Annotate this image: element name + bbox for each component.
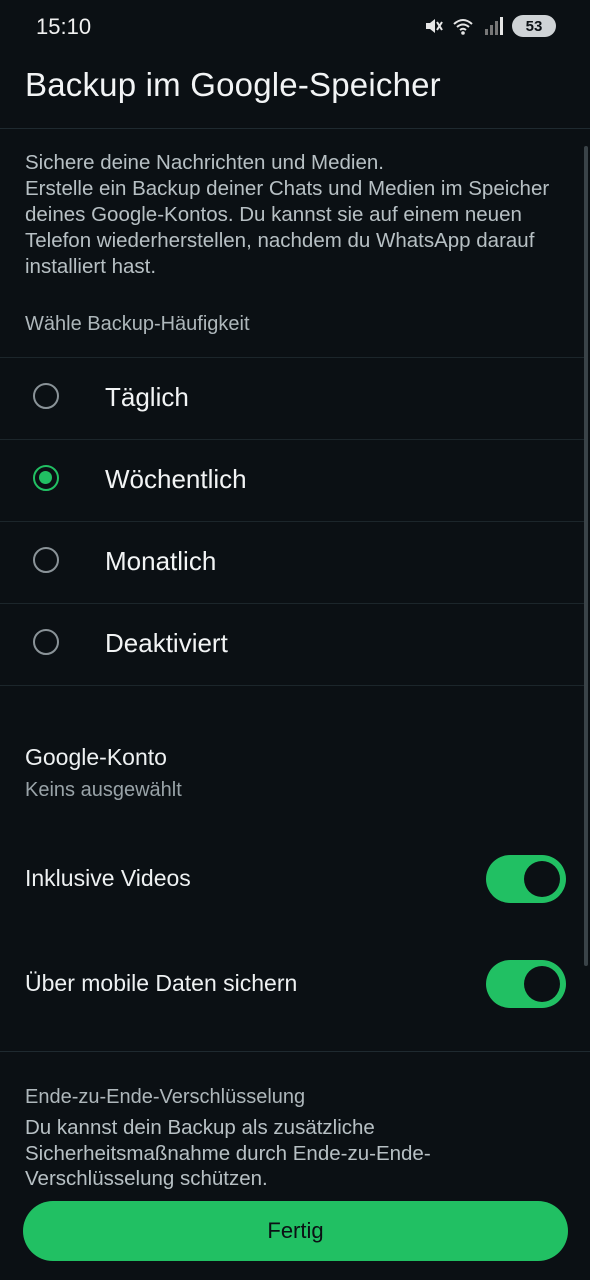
frequency-options: Täglich Wöchentlich Monatlich Deaktivier… [0, 357, 584, 686]
option-daily[interactable]: Täglich [0, 357, 584, 439]
status-bar: 15:10 53 [0, 0, 590, 56]
frequency-label: Wähle Backup-Häufigkeit [25, 313, 250, 335]
encryption-title[interactable]: Ende-zu-Ende-Verschlüsselung [25, 1086, 305, 1109]
include-videos-switch[interactable] [486, 855, 566, 903]
include-videos-label: Inklusive Videos [25, 865, 191, 891]
backup-description: Sichere deine Nachrichten und Medien. Er… [25, 150, 565, 280]
header-divider [0, 128, 590, 129]
mobile-data-switch[interactable] [486, 960, 566, 1008]
option-label: Deaktiviert [105, 628, 228, 658]
include-videos-row[interactable]: Inklusive Videos [0, 851, 590, 911]
radio-button[interactable] [33, 547, 59, 573]
option-label: Monatlich [105, 546, 217, 576]
backup-screen: 15:10 53 Backup im Google-Speicher Siche… [0, 0, 590, 1280]
radio-button-selected[interactable] [33, 465, 59, 491]
battery-indicator: 53 [512, 15, 556, 37]
scrollbar[interactable] [584, 146, 588, 966]
mobile-data-label: Über mobile Daten sichern [25, 970, 298, 996]
option-label: Wöchentlich [105, 464, 247, 494]
radio-button[interactable] [33, 383, 59, 409]
option-label: Täglich [105, 382, 189, 412]
description-line-2: Erstelle ein Backup deiner Chats und Med… [25, 177, 550, 278]
option-disabled[interactable]: Deaktiviert [0, 603, 584, 686]
section-divider [0, 1051, 590, 1052]
status-time: 15:10 [36, 14, 92, 39]
wifi-icon [452, 15, 474, 37]
mobile-data-row[interactable]: Über mobile Daten sichern [0, 956, 590, 1016]
option-weekly[interactable]: Wöchentlich [0, 439, 584, 521]
status-icons: 53 [422, 15, 556, 37]
signal-icon [482, 15, 504, 37]
page-title: Backup im Google-Speicher [25, 66, 441, 103]
switch-knob [524, 861, 560, 897]
done-button[interactable]: Fertig [23, 1201, 568, 1261]
mute-icon [422, 15, 444, 37]
option-monthly[interactable]: Monatlich [0, 521, 584, 603]
description-line-1: Sichere deine Nachrichten und Medien. [25, 151, 384, 174]
radio-button[interactable] [33, 629, 59, 655]
switch-knob [524, 966, 560, 1002]
encryption-description: Du kannst dein Backup als zusätzliche Si… [25, 1116, 431, 1190]
google-account-value[interactable]: Keins ausgewählt [25, 779, 182, 802]
google-account-title[interactable]: Google-Konto [25, 744, 167, 771]
